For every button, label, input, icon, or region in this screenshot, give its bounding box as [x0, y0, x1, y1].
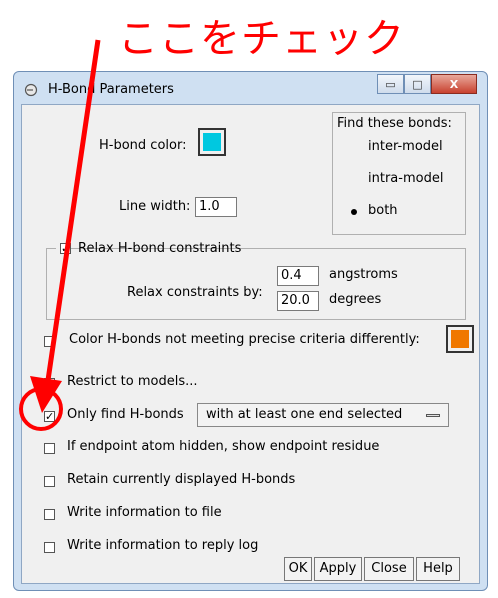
dialog-body: H-bond color: Line width: 1.0 Find these…	[21, 104, 480, 584]
only-find-dropdown-value: with at least one end selected	[206, 407, 403, 422]
relax-angstroms-input[interactable]: 0.4	[277, 266, 319, 286]
relax-degrees-input[interactable]: 20.0	[277, 291, 319, 311]
minimize-button[interactable]: ▭	[377, 74, 404, 94]
radio-intra-model[interactable]	[349, 175, 359, 185]
help-button[interactable]: Help	[416, 557, 460, 581]
apply-button[interactable]: Apply	[314, 557, 362, 581]
find-bonds-group: Find these bonds: inter-model intra-mode…	[332, 112, 466, 235]
relax-header: ✓ Relax H-bond constraints	[56, 241, 241, 257]
write-file-label: Write information to file	[67, 505, 222, 520]
line-width-input[interactable]: 1.0	[195, 197, 237, 217]
hbond-parameters-window: H-Bond Parameters ▭ □ X H-bond color: Li…	[13, 71, 488, 591]
endpoint-hidden-checkbox[interactable]	[44, 443, 55, 454]
radio-intra-model-label: intra-model	[368, 171, 444, 186]
degrees-unit-label: degrees	[329, 292, 382, 307]
only-find-checkbox[interactable]: ✓	[44, 411, 55, 422]
radio-inter-model-label: inter-model	[368, 139, 443, 154]
retain-displayed-label: Retain currently displayed H-bonds	[67, 472, 296, 487]
radio-inter-model[interactable]	[349, 143, 359, 153]
ok-button[interactable]: OK	[284, 557, 312, 581]
relax-group	[46, 248, 466, 320]
relax-check-mark: ✓	[61, 242, 71, 255]
hbond-color-swatch	[203, 133, 221, 151]
close-button[interactable]: Close	[364, 557, 414, 581]
maximize-button[interactable]: □	[404, 74, 431, 94]
only-find-label: Only find H-bonds	[67, 407, 184, 422]
close-window-button[interactable]: X	[431, 74, 477, 94]
color-criteria-checkbox[interactable]	[44, 336, 55, 347]
annotation-text: ここをチェック	[118, 16, 405, 62]
only-find-check-mark: ✓	[45, 410, 55, 423]
window-controls: ▭ □ X	[377, 74, 477, 94]
criteria-color-button[interactable]	[446, 325, 474, 353]
app-icon	[24, 82, 38, 97]
relax-label: Relax H-bond constraints	[78, 241, 242, 256]
radio-both-label: both	[368, 203, 398, 218]
window-title: H-Bond Parameters	[48, 82, 174, 97]
write-log-checkbox[interactable]	[44, 542, 55, 553]
hbond-color-button[interactable]	[198, 128, 226, 156]
find-bonds-title: Find these bonds:	[337, 116, 452, 131]
endpoint-hidden-label: If endpoint atom hidden, show endpoint r…	[67, 439, 380, 454]
radio-both[interactable]	[349, 207, 359, 217]
line-width-label: Line width:	[119, 199, 191, 214]
dropdown-indicator-icon	[426, 414, 440, 417]
angstroms-unit-label: angstroms	[329, 267, 398, 282]
criteria-color-swatch	[451, 330, 469, 348]
relax-checkbox[interactable]: ✓	[60, 243, 71, 254]
restrict-models-label[interactable]: Restrict to models...	[67, 374, 197, 389]
hbond-color-label: H-bond color:	[99, 138, 187, 153]
write-log-label: Write information to reply log	[67, 538, 259, 553]
write-file-checkbox[interactable]	[44, 509, 55, 520]
restrict-models-checkbox[interactable]	[44, 378, 55, 389]
only-find-dropdown[interactable]: with at least one end selected	[197, 403, 449, 427]
relax-by-label: Relax constraints by:	[127, 285, 263, 300]
retain-displayed-checkbox[interactable]	[44, 476, 55, 487]
color-criteria-label: Color H-bonds not meeting precise criter…	[69, 332, 420, 347]
title-bar[interactable]: H-Bond Parameters ▭ □ X	[14, 72, 487, 106]
